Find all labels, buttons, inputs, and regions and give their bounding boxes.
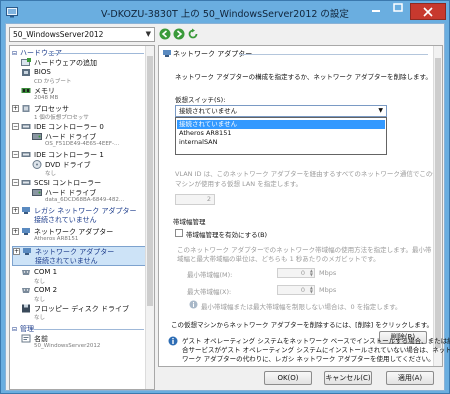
floppy-disk-icon [22, 304, 30, 313]
tree-item-com2[interactable]: COM 2 なし [12, 286, 146, 304]
ide-controller-icon [21, 124, 31, 129]
panel-scrollbar[interactable] [433, 46, 442, 366]
virtual-switch-dropdown[interactable]: 接続されていません Atheros AR8151 internalSAN [175, 117, 387, 155]
ok-button[interactable]: OK(O) [264, 371, 312, 385]
max-bandwidth-input[interactable]: 0 ▲ ▼ [277, 285, 315, 295]
tree-item-hard-drive-scsi[interactable]: ハード ドライブ data_6DCD68BA-6849-482... [12, 188, 146, 206]
tree-item-add-hardware[interactable]: ハードウェアの追加 [12, 58, 146, 68]
info-area: ゲスト オペレーティング システムをネットワーク ベースでインストールする場合、… [158, 333, 450, 367]
tree-item-bios[interactable]: BIOS CD からブート [12, 68, 146, 86]
network-adapter-icon [22, 207, 30, 214]
com-port-icon [22, 288, 30, 293]
processor-icon [22, 105, 30, 112]
minimize-icon [372, 10, 380, 12]
management-section-header[interactable]: ⊟ 管理 [12, 324, 144, 334]
chevron-down-icon: ▼ [145, 30, 151, 38]
expand-icon[interactable]: + [12, 228, 19, 235]
bandwidth-header: 帯域幅管理 [173, 218, 206, 226]
info-text-line-3: ワーク アダプターの代わりに、レガシ ネットワーク アダプターを使用してください… [182, 355, 435, 363]
hardware-section-header[interactable]: ⊟ ハードウェア [12, 48, 144, 58]
scsi-controller-icon [21, 180, 31, 185]
tree-item-name[interactable]: 名前 50_WindowsServer2012 [12, 334, 146, 352]
info-icon [168, 336, 178, 346]
settings-tree[interactable]: ⊟ ハードウェア ハードウェアの追加 BIOS CD からブート メモリ 2048… [9, 45, 155, 390]
vm-selector[interactable]: 50_WindowsServer2012 ▼ [9, 27, 155, 42]
tree-item-ide-controller-1[interactable]: − IDE コントローラー 1 [12, 150, 146, 160]
tree-item-dvd-drive[interactable]: DVD ドライブ なし [12, 160, 146, 178]
network-adapter-icon [163, 50, 171, 57]
title-bar[interactable]: V-DKOZU-3830T 上の 50_WindowsServer2012 の設… [1, 1, 449, 23]
info-icon [189, 300, 198, 309]
hard-drive-icon [32, 133, 42, 140]
collapse-icon[interactable]: − [12, 123, 19, 130]
vm-selector-value: 50_WindowsServer2012 [13, 30, 104, 39]
expand-icon[interactable]: + [13, 248, 20, 255]
back-arrow-icon[interactable] [159, 28, 171, 40]
tree-item-network-adapter-selected[interactable]: + ネットワーク アダプター 接続されていません [12, 246, 146, 266]
vlan-description-line-1: VLAN ID は、このネットワーク アダプターを経由するすべてのネットワーク通… [175, 170, 443, 178]
title-divider [239, 54, 428, 55]
ide-controller-icon [21, 152, 31, 157]
bandwidth-description-line-2: 域幅と最大帯域幅の単位は、どちらも 1 秒あたりのメガビットです。 [177, 255, 380, 263]
memory-icon [21, 88, 31, 93]
dvd-drive-icon [32, 160, 42, 169]
maximize-button[interactable] [387, 3, 409, 20]
network-adapter-icon [23, 248, 31, 255]
vlan-description-line-2: マシンが使用する仮想 LAN を指定します。 [175, 180, 303, 188]
tree-item-memory[interactable]: メモリ 2048 MB [12, 86, 146, 104]
panel-description: ネットワーク アダプターの構成を指定するか、ネットワーク アダプターを削除します… [175, 73, 432, 81]
max-bandwidth-unit: Mbps [319, 286, 337, 294]
apply-button[interactable]: 適用(A) [386, 371, 434, 385]
settings-window: V-DKOZU-3830T 上の 50_WindowsServer2012 の設… [0, 0, 450, 394]
tree-item-ide-controller-0[interactable]: − IDE コントローラー 0 [12, 122, 146, 132]
cancel-button[interactable]: キャンセル(C) [324, 371, 372, 385]
tree-item-hard-drive-ide[interactable]: ハード ドライブ OS_F51DE49-4E65-4EEF-... [12, 132, 146, 150]
spin-arrows-icon[interactable]: ▲ ▼ [310, 286, 313, 294]
remove-description: この仮想マシンからネットワーク アダプターを削除するには、[削除] をクリックし… [171, 321, 434, 329]
tree-item-floppy-drive[interactable]: フロッピー ディスク ドライブ なし [12, 304, 146, 322]
maximize-icon [393, 3, 403, 12]
switch-option-atheros[interactable]: Atheros AR8151 [177, 129, 385, 138]
network-adapter-icon [22, 228, 30, 235]
min-bandwidth-label: 最小帯域幅(M): [187, 271, 233, 279]
collapse-icon[interactable]: − [12, 151, 19, 158]
virtual-switch-label: 仮想スイッチ(S): [175, 96, 226, 104]
add-hardware-icon [21, 58, 31, 66]
vlan-id-input[interactable]: 2 [175, 194, 215, 205]
tree-item-legacy-network-adapter[interactable]: + レガシ ネットワーク アダプター 接続されていません [12, 206, 146, 226]
tree-scrollbar[interactable] [145, 46, 154, 389]
hard-drive-icon [32, 189, 42, 196]
tree-item-scsi-controller[interactable]: − SCSI コントローラー [12, 178, 146, 188]
dialog-body: 50_WindowsServer2012 ▼ ⊟ ハードウェア ハードウェアの追加 [5, 23, 450, 391]
bios-chip-icon [22, 69, 30, 76]
tree-item-network-adapter-atheros[interactable]: + ネットワーク アダプター Atheros AR8151 [12, 227, 146, 245]
min-bandwidth-input[interactable]: 0 ▲ ▼ [277, 268, 315, 278]
max-bandwidth-label: 最大帯域幅(X): [187, 288, 232, 296]
com-port-icon [22, 270, 30, 275]
expand-icon[interactable]: + [12, 207, 19, 214]
virtual-switch-value: 接続されていません [179, 107, 238, 115]
bandwidth-checkbox[interactable] [175, 229, 183, 237]
forward-arrow-icon[interactable] [173, 28, 185, 40]
network-adapter-panel: ネットワーク アダプター ネットワーク アダプターの構成を指定するか、ネットワー… [158, 45, 443, 367]
min-bandwidth-unit: Mbps [319, 269, 337, 277]
tree-item-processor[interactable]: + プロセッサ 1 個の仮想プロセッサ [12, 104, 146, 122]
bandwidth-limit-note: 最小帯域幅または最大帯域幅を制限しない場合は、0 を指定します。 [201, 303, 402, 311]
virtual-switch-select[interactable]: 接続されていません ▼ [175, 105, 387, 117]
bandwidth-checkbox-label: 帯域幅管理を有効にする(B) [186, 231, 268, 239]
chevron-down-icon: ▼ [378, 107, 383, 114]
close-button[interactable] [410, 3, 446, 20]
collapse-icon[interactable]: − [12, 179, 19, 186]
switch-option-internalsan[interactable]: internalSAN [177, 138, 385, 147]
close-icon [423, 7, 433, 17]
expand-icon[interactable]: + [12, 105, 19, 112]
tree-item-com1[interactable]: COM 1 なし [12, 268, 146, 286]
name-tag-icon [21, 334, 31, 343]
switch-option-not-connected[interactable]: 接続されていません [177, 120, 385, 129]
minimize-button[interactable] [365, 3, 387, 20]
refresh-icon[interactable] [187, 28, 199, 40]
spin-arrows-icon[interactable]: ▲ ▼ [310, 269, 313, 277]
